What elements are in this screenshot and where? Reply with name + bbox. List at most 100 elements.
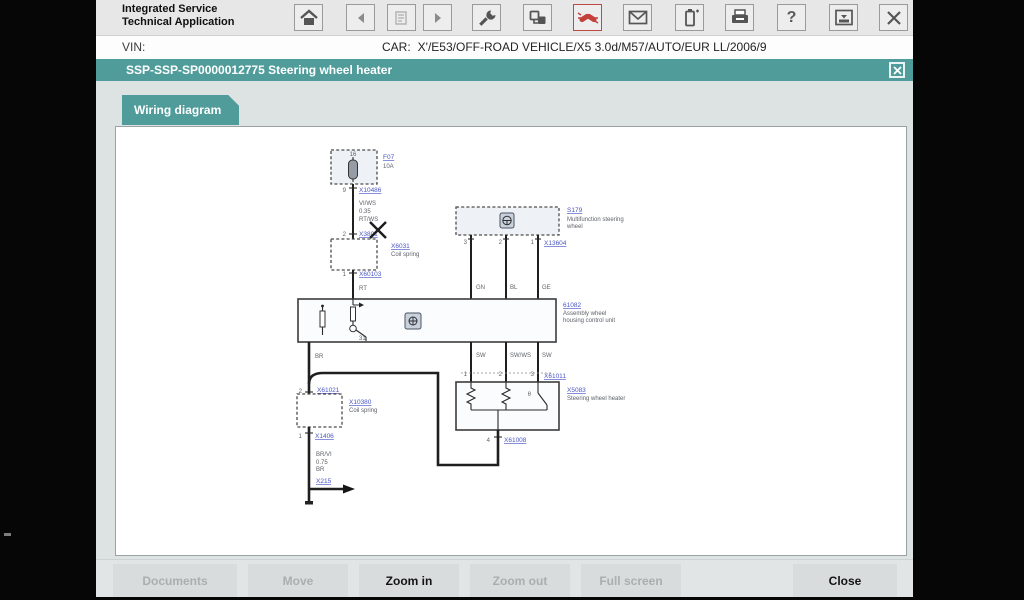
connector-link[interactable]: X1406 [315, 433, 334, 440]
svg-text:BR/VI: BR/VI [316, 452, 332, 458]
coil-spring-upper: 2 X3801 X6031 Coil spring 1 X60103 RT [330, 221, 419, 299]
app-close-button[interactable] [879, 4, 908, 31]
full-screen-button[interactable]: Full screen [581, 564, 681, 597]
settings-button[interactable] [472, 4, 501, 31]
steering-wheel-icon [499, 212, 515, 229]
svg-text:SW: SW [542, 353, 552, 359]
zoom-out-button[interactable]: Zoom out [470, 564, 570, 597]
svg-text:9: 9 [343, 188, 347, 194]
close-icon [892, 65, 902, 75]
steering-wheel-heater-box: θ X5083 Steering wheel heater 4 X61008 [455, 381, 625, 444]
print-button[interactable] [725, 4, 754, 31]
main-toolbar: Integrated Service Technical Application [96, 0, 913, 36]
page-history-icon [394, 10, 407, 25]
fuse-ref-link[interactable]: F07 [383, 154, 395, 161]
back-button[interactable] [346, 4, 375, 31]
tab-label: Wiring diagram [134, 103, 222, 117]
documents-button[interactable]: Documents [113, 564, 237, 597]
svg-text:SW/WS: SW/WS [510, 353, 531, 359]
connector-link[interactable]: X61021 [317, 387, 340, 394]
svg-text:RT/WS: RT/WS [359, 217, 378, 223]
ground-arrow [343, 484, 355, 494]
connector-link[interactable]: X10486 [359, 187, 382, 194]
connector-link[interactable]: X61008 [504, 437, 527, 444]
connector-link[interactable]: X61011 [544, 373, 566, 380]
coil-spring-ref-link[interactable]: X6031 [391, 243, 410, 250]
svg-text:10A: 10A [383, 164, 394, 170]
home-button[interactable] [294, 4, 323, 31]
control-unit-icon [404, 312, 422, 330]
svg-text:4: 4 [487, 438, 491, 444]
svg-text:Steering wheel heater: Steering wheel heater [567, 396, 625, 402]
splice-x-symbol [369, 221, 387, 239]
app-title-line1: Integrated Service [122, 3, 218, 15]
ground-terminal: BR/VI 0.75 BR X215 [305, 452, 355, 505]
document-titlebar: SSP-SSP-SP0000012775 Steering wheel heat… [96, 59, 913, 81]
control-unit-ref-link[interactable]: 61082 [563, 302, 581, 309]
vin-label: VIN: [122, 40, 146, 54]
connector-link[interactable]: X60103 [359, 271, 382, 278]
svg-text:GN: GN [476, 285, 485, 291]
plug-connection-icon [577, 11, 598, 24]
app-title: Integrated Service Technical Application [122, 3, 234, 29]
car-value: X'/E53/OFF-ROAD VEHICLE/X5 3.0d/M57/AUTO… [417, 40, 767, 54]
document-title: SSP-SSP-SP0000012775 Steering wheel heat… [126, 63, 393, 77]
connector-link[interactable]: X13604 [544, 240, 567, 247]
tab-wiring-diagram[interactable]: Wiring diagram [122, 95, 239, 125]
wiring-diagram: 16 F07 10A 9 X10486 VI/WS 0.35 RT/WS 2 X… [296, 149, 625, 505]
close-icon [886, 10, 901, 25]
footer-button-bar: Documents Move Zoom in Zoom out Full scr… [96, 559, 913, 597]
forward-button[interactable] [423, 4, 452, 31]
ground-ref-link[interactable]: X215 [316, 478, 332, 485]
svg-text:RT: RT [359, 286, 367, 292]
devices-icon [529, 10, 545, 24]
svg-text:1: 1 [343, 272, 347, 278]
connection-button[interactable] [573, 4, 602, 31]
coil-spring-ref-link[interactable]: X10380 [349, 399, 372, 406]
svg-text:1: 1 [531, 240, 535, 246]
svg-text:Assembly wheel: Assembly wheel [563, 311, 606, 317]
history-button[interactable] [387, 4, 416, 31]
help-icon: ? [786, 8, 797, 26]
coil-spring-lower: X10380 Coil spring 1 X1406 [296, 393, 377, 501]
svg-text:SW: SW [476, 353, 486, 359]
back-arrow-icon [357, 12, 364, 23]
move-button[interactable]: Move [248, 564, 348, 597]
zoom-in-button[interactable]: Zoom in [359, 564, 459, 597]
heater-ref-link[interactable]: X5083 [567, 387, 586, 394]
svg-text:GE: GE [542, 285, 551, 291]
ista-application-window: Integrated Service Technical Application [96, 0, 913, 597]
svg-text:Coil spring: Coil spring [349, 408, 377, 414]
car-info: CAR: X'/E53/OFF-ROAD VEHICLE/X5 3.0d/M57/… [382, 40, 767, 54]
svg-text:BR: BR [315, 354, 324, 360]
svg-text:BR: BR [316, 467, 325, 473]
svg-text:2: 2 [499, 240, 503, 246]
control-unit-box: 31 61082 Assembly wheel housing control … [297, 298, 615, 343]
svg-text:VI/WS: VI/WS [359, 201, 376, 207]
multifunction-steering-wheel-box: S179 Multifunction steering wheel 3 2 1 … [455, 206, 624, 299]
mfsw-ref-link[interactable]: S179 [567, 207, 583, 214]
forward-arrow-icon [434, 12, 441, 23]
window-restore-icon [834, 9, 853, 26]
svg-text:31: 31 [359, 336, 366, 342]
content-area: Wiring diagram 16 F07 10A 9 X10486 VI/WS… [96, 81, 913, 559]
printer-icon [731, 9, 748, 23]
svg-text:Coil spring: Coil spring [391, 252, 419, 258]
help-button[interactable]: ? [777, 4, 806, 31]
home-icon [299, 8, 318, 25]
battery-button[interactable] [675, 4, 704, 31]
close-button[interactable]: Close [793, 564, 897, 597]
screen-artifact-dash [4, 533, 11, 536]
devices-button[interactable] [523, 4, 552, 31]
svg-text:BL: BL [510, 285, 518, 291]
mail-icon [628, 10, 647, 25]
wiring-diagram-canvas[interactable]: 16 F07 10A 9 X10486 VI/WS 0.35 RT/WS 2 X… [115, 126, 907, 556]
mail-button[interactable] [623, 4, 652, 31]
svg-text:3: 3 [464, 240, 468, 246]
window-mode-button[interactable] [829, 4, 858, 31]
svg-text:0.75: 0.75 [316, 460, 328, 466]
svg-text:0.35: 0.35 [359, 209, 371, 215]
svg-text:housing control unit: housing control unit [563, 318, 615, 324]
document-close-button[interactable] [889, 62, 905, 78]
heater-wires: SW SW/WS SW 1 2 3 X61011 [461, 342, 566, 382]
